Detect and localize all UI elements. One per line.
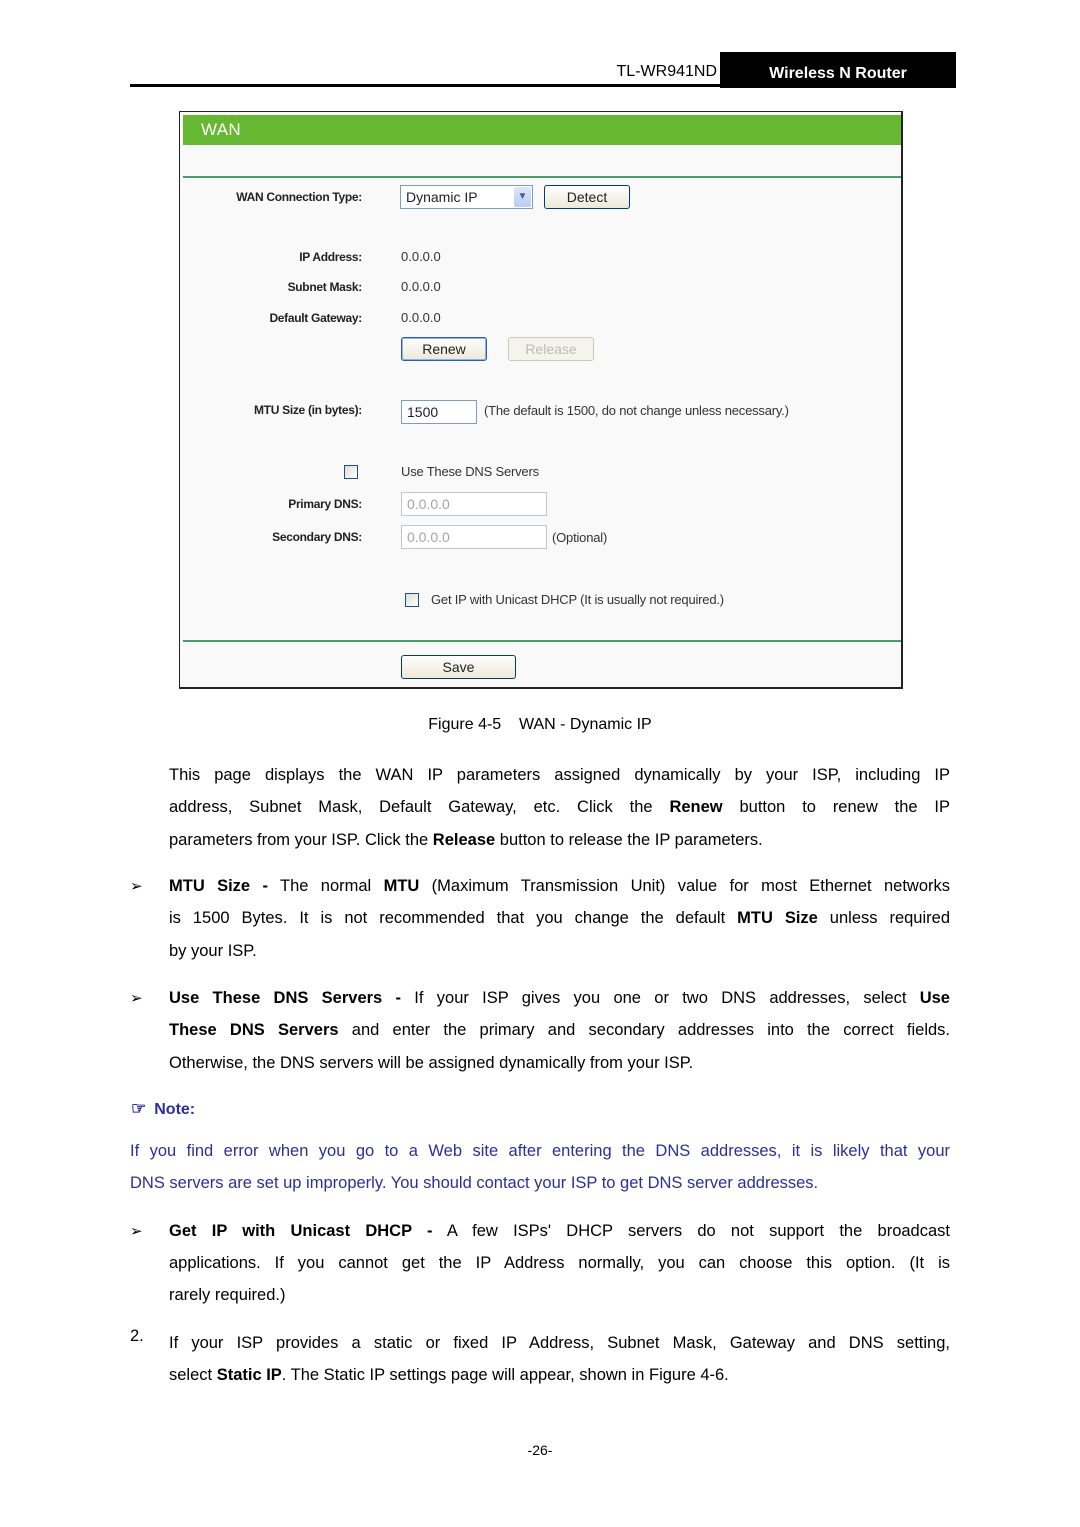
intro-text: parameters from your ISP. Click the: [169, 831, 433, 849]
intro-text: address, Subnet Mask, Default Gateway, e…: [169, 798, 670, 816]
unicast-line-3: rarely required.): [169, 1286, 286, 1304]
header-rule: [130, 84, 956, 87]
intro-text: button to release the IP parameters.: [495, 831, 763, 849]
note-line-2: DNS servers are set up improperly. You s…: [130, 1174, 819, 1192]
text: A few ISPs' DHCP servers do not support …: [432, 1222, 950, 1240]
renew-button[interactable]: Renew: [401, 337, 487, 361]
header-model: TL-WR941ND: [616, 63, 717, 80]
intro-line-3: parameters from your ISP. Click the Rele…: [169, 824, 950, 856]
release-button[interactable]: Release: [508, 337, 594, 361]
bullet-arrow-icon: ➢: [130, 878, 143, 895]
pointing-hand-icon: ☞: [131, 1099, 147, 1118]
wan-type-select[interactable]: Dynamic IP ▼: [400, 185, 533, 209]
term: Use: [919, 989, 950, 1007]
note-body: If you find error when you go to a Web s…: [130, 1135, 950, 1199]
term: MTU Size: [737, 909, 818, 927]
use-dns-checkbox[interactable]: [344, 465, 358, 479]
bullet-arrow-icon: ➢: [130, 990, 143, 1007]
unicast-line-1: Get IP with Unicast DHCP - A few ISPs' D…: [169, 1215, 950, 1247]
note-line-1: If you find error when you go to a Web s…: [130, 1142, 950, 1160]
bullet-arrow-icon: ➢: [130, 1223, 143, 1240]
term: MTU: [383, 877, 420, 895]
renew-term: Renew: [669, 798, 723, 816]
page-number: -26-: [527, 1442, 553, 1458]
mtu-size-label: MTU Size (in bytes):: [253, 403, 362, 417]
text: is 1500 Bytes. It is not recommended tha…: [169, 909, 738, 927]
use-dns-label: Use These DNS Servers: [401, 464, 539, 479]
text: select: [169, 1366, 217, 1384]
term: Use These DNS Servers -: [169, 989, 402, 1007]
dns-line-3: Otherwise, the DNS servers will be assig…: [169, 1054, 694, 1072]
unicast-dhcp-label: Get IP with Unicast DHCP (It is usually …: [431, 592, 724, 607]
note-title: Note:: [154, 1101, 196, 1118]
text: (Maximum Transmission Unit) value for mo…: [419, 877, 951, 895]
detect-button[interactable]: Detect: [544, 185, 630, 209]
subnet-mask-label: Subnet Mask:: [287, 280, 363, 294]
release-term: Release: [432, 831, 496, 849]
optional-hint: (Optional): [552, 530, 608, 545]
step-number: 2.: [130, 1327, 144, 1345]
primary-dns-label: Primary DNS:: [288, 497, 362, 511]
wan-type-label: WAN Connection Type:: [236, 190, 362, 204]
default-gateway-value: 0.0.0.0: [401, 310, 441, 325]
default-gateway-label: Default Gateway:: [269, 311, 362, 325]
mtu-hint: (The default is 1500, do not change unle…: [484, 403, 789, 418]
text: . The Static IP settings page will appea…: [281, 1366, 729, 1384]
primary-dns-input[interactable]: 0.0.0.0: [401, 492, 547, 516]
wan-settings-panel: WAN WAN Connection Type: Dynamic IP ▼ De…: [179, 111, 903, 689]
secondary-dns-input[interactable]: 0.0.0.0: [401, 525, 547, 549]
step2-line-1: If your ISP provides a static or fixed I…: [169, 1334, 950, 1352]
header-product: Wireless N Router: [720, 52, 956, 88]
term: MTU Size -: [169, 877, 268, 895]
intro-line-1: This page displays the WAN IP parameters…: [169, 766, 950, 784]
term: Static IP: [216, 1366, 282, 1384]
chevron-down-icon[interactable]: ▼: [514, 187, 531, 207]
term: These DNS Servers: [169, 1021, 339, 1039]
text: unless required: [817, 909, 950, 927]
intro-text: button to renew the IP: [722, 798, 950, 816]
divider-top: [183, 176, 901, 178]
dns-line-2: These DNS Servers and enter the primary …: [169, 1014, 950, 1046]
save-button[interactable]: Save: [401, 655, 516, 679]
divider-bottom: [183, 640, 901, 642]
text: The normal: [267, 877, 384, 895]
intro-line-2: address, Subnet Mask, Default Gateway, e…: [169, 791, 950, 823]
ip-address-value: 0.0.0.0: [401, 249, 441, 264]
unicast-dhcp-checkbox[interactable]: [405, 593, 419, 607]
subnet-mask-value: 0.0.0.0: [401, 279, 441, 294]
text: and enter the primary and secondary addr…: [338, 1021, 951, 1039]
mtu-line-2: is 1500 Bytes. It is not recommended tha…: [169, 902, 950, 934]
mtu-size-input[interactable]: 1500: [401, 400, 477, 424]
note-heading: ☞ Note:: [131, 1099, 195, 1119]
mtu-line-3: by your ISP.: [169, 942, 257, 960]
figure-caption: Figure 4-5 WAN - Dynamic IP: [428, 716, 652, 733]
step2-line-2: select Static IP. The Static IP settings…: [169, 1359, 950, 1391]
text: If your ISP gives you one or two DNS add…: [401, 989, 920, 1007]
panel-title: WAN: [183, 115, 901, 145]
ip-address-label: IP Address:: [299, 250, 362, 264]
dns-line-1: Use These DNS Servers - If your ISP give…: [169, 982, 950, 1014]
wan-type-value: Dynamic IP: [406, 189, 478, 205]
secondary-dns-label: Secondary DNS:: [272, 530, 362, 544]
mtu-line-1: MTU Size - The normal MTU (Maximum Trans…: [169, 870, 950, 902]
unicast-line-2: applications. If you cannot get the IP A…: [169, 1254, 950, 1272]
term: Get IP with Unicast DHCP -: [169, 1222, 433, 1240]
